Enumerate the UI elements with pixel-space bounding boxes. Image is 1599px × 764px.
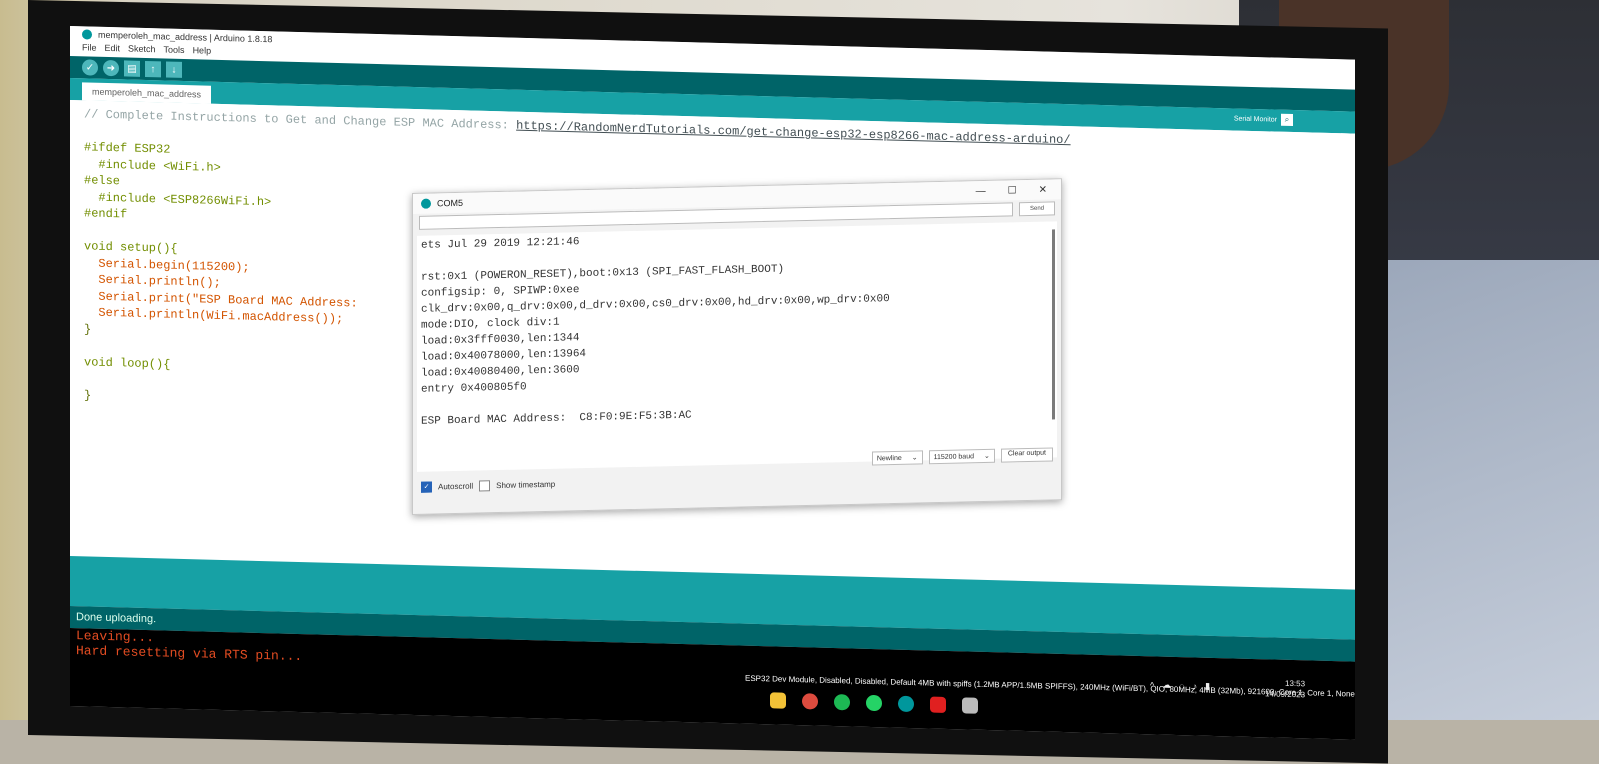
verify-button[interactable]: ✓ (82, 59, 98, 76)
maximize-icon[interactable]: ☐ (1008, 185, 1017, 196)
window-controls: — ☐ ✕ (976, 184, 1061, 197)
check-icon: ✓ (85, 61, 95, 74)
window-title: memperoleh_mac_address | Arduino 1.8.18 (98, 29, 273, 45)
wifi-icon[interactable]: ◌ (1179, 681, 1184, 691)
clock[interactable]: 13:53 14/09/2023 (1265, 677, 1305, 700)
system-tray: ^ ☁ ◌ ♪ ▮ (1150, 679, 1210, 692)
status-message: Done uploading. (76, 611, 157, 626)
folder-icon[interactable] (770, 692, 786, 709)
minimize-icon[interactable]: — (976, 185, 986, 196)
menu-file[interactable]: File (82, 42, 97, 56)
editor-scrollbar[interactable] (1341, 133, 1355, 564)
cloud-icon[interactable]: ☁ (1162, 680, 1171, 691)
line-ending-value: Newline (876, 454, 902, 462)
timestamp-label: Show timestamp (496, 479, 556, 490)
clear-output-button[interactable]: Clear output (1000, 447, 1053, 463)
line-ending-select[interactable]: Newline ⌄ (871, 450, 923, 466)
chrome-icon[interactable] (802, 693, 818, 710)
battery-icon[interactable]: ▮ (1205, 681, 1210, 692)
chevron-down-icon: ⌄ (983, 452, 990, 461)
serial-title: COM5 (437, 197, 464, 209)
menu-help[interactable]: Help (193, 45, 212, 59)
serial-scrollbar[interactable] (1052, 229, 1055, 420)
timestamp-checkbox[interactable] (479, 479, 491, 491)
pdf-icon[interactable] (930, 696, 946, 713)
whatsapp-icon[interactable] (866, 694, 882, 712)
save-button[interactable]: ↓ (166, 61, 182, 78)
chevron-down-icon: ⌄ (911, 454, 918, 462)
autoscroll-checkbox[interactable]: ✓ (421, 481, 432, 493)
serial-monitor-button[interactable]: Serial Monitor ⌕ (1233, 112, 1293, 127)
serial-monitor-label: Serial Monitor (1233, 114, 1277, 124)
printer-icon[interactable] (962, 697, 978, 714)
arrow-up-icon: ↑ (150, 63, 156, 75)
baud-select[interactable]: 115200 baud ⌄ (928, 448, 995, 465)
menu-tools[interactable]: Tools (164, 44, 185, 59)
arrow-right-icon: ➜ (106, 62, 116, 74)
new-button[interactable]: ▤ (124, 60, 140, 77)
file-icon: ▤ (127, 62, 137, 75)
open-button[interactable]: ↑ (145, 60, 161, 78)
serial-right-controls: Newline ⌄ 115200 baud ⌄ Clear output (871, 447, 1053, 466)
menu-sketch[interactable]: Sketch (128, 44, 156, 59)
spotify-icon[interactable] (834, 694, 850, 711)
chevron-up-icon[interactable]: ^ (1150, 680, 1154, 690)
serial-output[interactable]: ets Jul 29 2019 12:21:46 ​ rst:0x1 (POWE… (417, 221, 1057, 472)
volume-icon[interactable]: ♪ (1193, 681, 1198, 691)
arduino-icon (421, 198, 431, 209)
upload-button[interactable]: ➜ (103, 59, 119, 77)
send-button[interactable]: Send (1019, 201, 1055, 217)
menu-edit[interactable]: Edit (105, 43, 121, 57)
arrow-down-icon: ↓ (171, 64, 177, 76)
serial-monitor-window: COM5 — ☐ ✕ Send ets Jul 29 2019 12:21:46… (412, 178, 1062, 515)
autoscroll-label: Autoscroll (438, 481, 474, 491)
arduino-taskbar-icon[interactable] (898, 695, 914, 713)
close-icon[interactable]: ✕ (1039, 184, 1047, 195)
arduino-icon (82, 29, 92, 40)
magnifier-icon: ⌕ (1281, 113, 1293, 127)
clock-date: 14/09/2023 (1265, 689, 1306, 700)
baud-value: 115200 baud (933, 452, 974, 461)
